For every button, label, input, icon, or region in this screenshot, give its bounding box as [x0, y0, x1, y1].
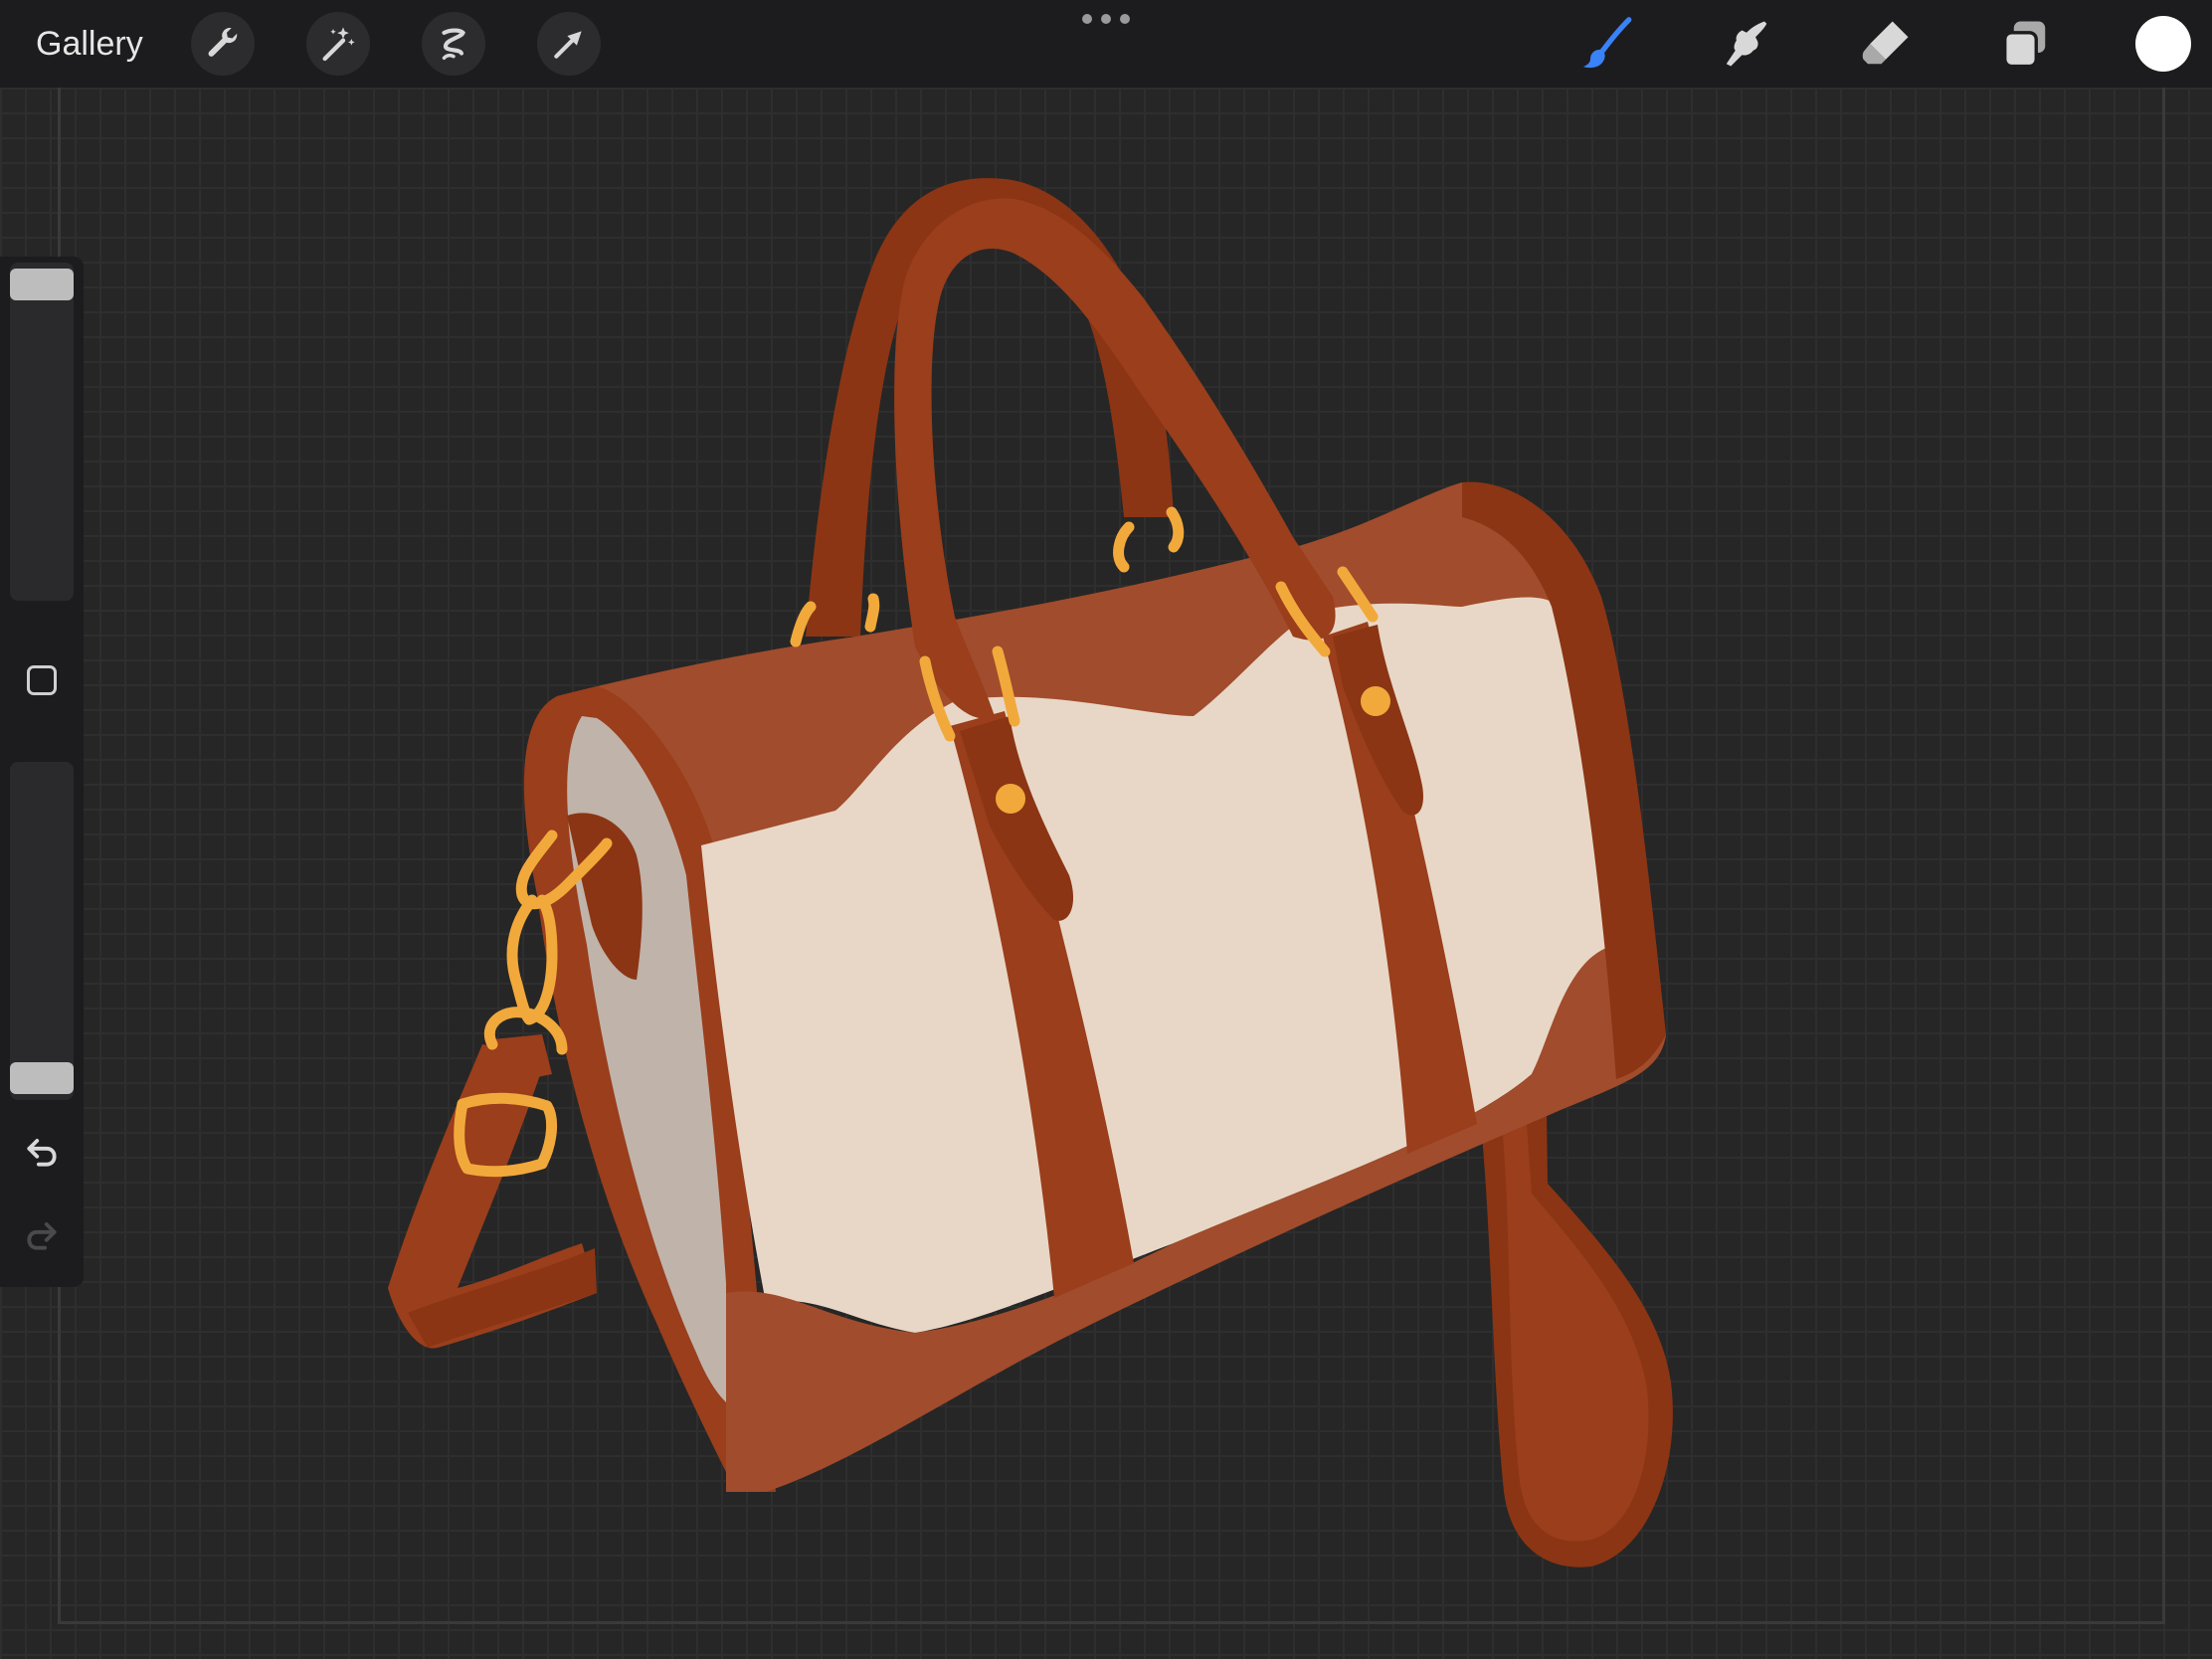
eraser-icon — [1862, 21, 1909, 65]
modify-button[interactable] — [22, 660, 62, 700]
magic-wand-icon — [322, 27, 355, 62]
square-icon — [27, 665, 57, 695]
ellipsis-icon-dot — [1082, 14, 1092, 24]
gallery-button[interactable]: Gallery — [36, 20, 143, 68]
layers-icon — [2003, 21, 2046, 69]
top-toolbar: Gallery — [0, 0, 2212, 88]
eraser-tool-button[interactable] — [1856, 14, 1916, 74]
smudge-tool-button[interactable] — [1717, 14, 1776, 74]
wrench-icon — [208, 28, 238, 57]
redo-button[interactable] — [20, 1213, 64, 1257]
brush-tool-button[interactable] — [1577, 14, 1637, 74]
selection-icon — [442, 28, 465, 60]
canvas-border-bottom — [58, 1621, 2165, 1624]
ellipsis-icon-dot — [1101, 14, 1111, 24]
layers-button[interactable] — [1995, 14, 2055, 74]
transform-arrow-icon — [554, 31, 582, 59]
actions-button[interactable] — [191, 12, 255, 76]
selection-button[interactable] — [422, 12, 485, 76]
canvas-border-right — [2162, 88, 2165, 1624]
adjustments-button[interactable] — [306, 12, 370, 76]
left-sidebar — [0, 257, 84, 1287]
brush-opacity-slider[interactable] — [10, 762, 74, 1100]
transform-button[interactable] — [537, 12, 601, 76]
drawing-canvas[interactable] — [0, 88, 2212, 1659]
more-options-button[interactable] — [1082, 14, 1130, 26]
redo-icon — [27, 1222, 57, 1250]
undo-icon — [27, 1139, 57, 1167]
brush-icon — [1582, 17, 1632, 69]
brush-size-slider-thumb[interactable] — [10, 269, 74, 300]
brush-size-slider[interactable] — [10, 263, 74, 601]
ellipsis-icon-dot — [1120, 14, 1130, 24]
undo-button[interactable] — [20, 1130, 64, 1174]
brush-opacity-slider-thumb[interactable] — [10, 1062, 74, 1094]
color-picker-button[interactable] — [2135, 16, 2191, 72]
smudge-icon — [1726, 21, 1767, 67]
